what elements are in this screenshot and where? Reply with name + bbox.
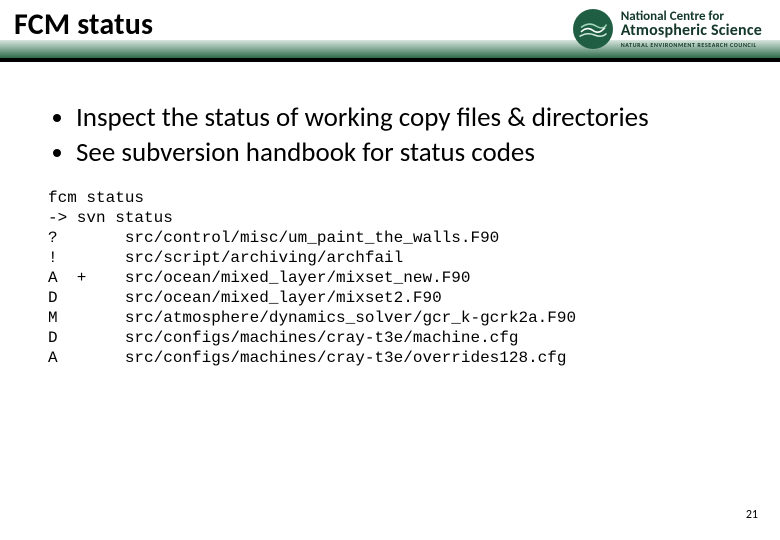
- ncas-logo: National Centre for Atmospheric Science …: [573, 6, 762, 52]
- page-number: 21: [746, 508, 758, 522]
- slide-body: Inspect the status of working copy files…: [0, 62, 780, 368]
- list-item: See subversion handbook for status codes: [76, 137, 742, 170]
- logo-text: National Centre for Atmospheric Science …: [621, 10, 762, 48]
- ncas-globe-icon: [573, 9, 613, 49]
- slide-header: FCM status National Centre for Atmospher…: [0, 0, 780, 62]
- slide-title: FCM status: [14, 6, 153, 43]
- logo-line2: Atmospheric Science: [621, 23, 762, 39]
- bullet-list: Inspect the status of working copy files…: [48, 102, 742, 170]
- logo-sub: NATURAL ENVIRONMENT RESEARCH COUNCIL: [621, 42, 762, 48]
- list-item: Inspect the status of working copy files…: [76, 102, 742, 135]
- code-block: fcm status -> svn status ? src/control/m…: [48, 188, 742, 368]
